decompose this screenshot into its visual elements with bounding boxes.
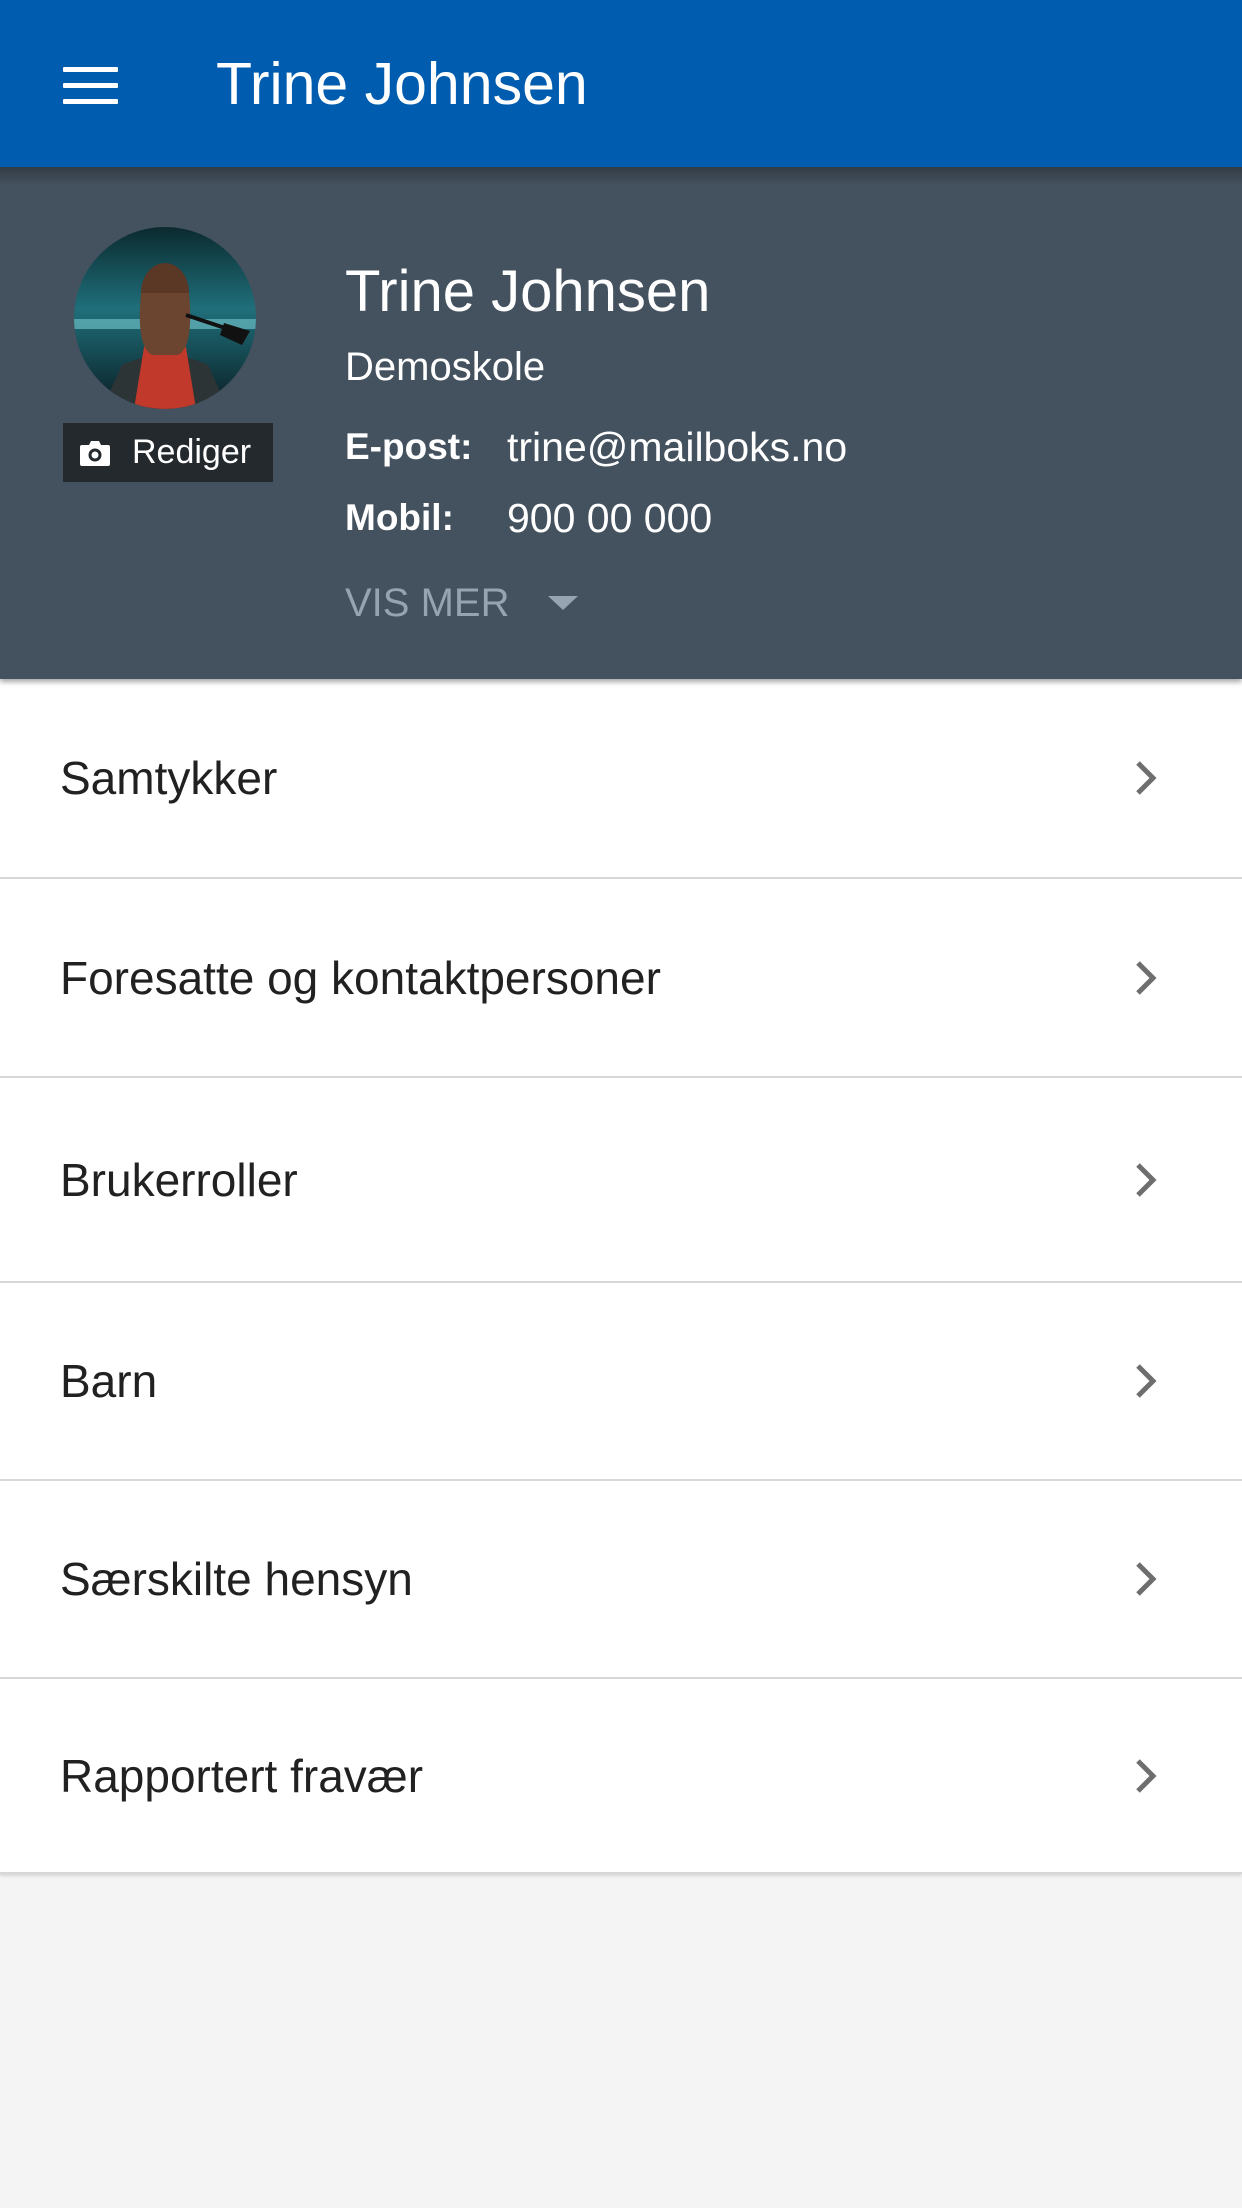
hamburger-menu-icon[interactable] bbox=[48, 48, 132, 122]
mobile-value[interactable]: 900 00 000 bbox=[507, 494, 712, 542]
page-title: Trine Johnsen bbox=[216, 51, 588, 117]
menu-line bbox=[63, 67, 118, 72]
menu-item-label: Barn bbox=[60, 1355, 158, 1407]
divider bbox=[0, 1872, 1242, 1874]
menu-item-label: Brukerroller bbox=[60, 1153, 298, 1206]
profile-name: Trine Johnsen bbox=[345, 259, 711, 324]
profile-menu-list: Samtykker Foresatte og kontaktpersoner B… bbox=[0, 679, 1242, 1874]
menu-item-foresatte[interactable]: Foresatte og kontaktpersoner bbox=[0, 879, 1242, 1076]
menu-item-saerskilte-hensyn[interactable]: Særskilte hensyn bbox=[0, 1481, 1242, 1677]
menu-item-rapportert-fravaer[interactable]: Rapportert fravær bbox=[0, 1679, 1242, 1872]
mobile-label: Mobil: bbox=[345, 497, 454, 538]
edit-photo-label: Rediger bbox=[132, 433, 252, 471]
menu-item-brukerroller[interactable]: Brukerroller bbox=[0, 1078, 1242, 1281]
show-more-label: VIS MER bbox=[345, 581, 510, 625]
profile-school: Demoskole bbox=[345, 345, 546, 389]
menu-item-label: Særskilte hensyn bbox=[60, 1553, 413, 1605]
edit-photo-button[interactable]: Rediger bbox=[63, 423, 273, 482]
profile-card: Rediger Trine Johnsen Demoskole E-post: … bbox=[0, 167, 1242, 679]
menu-item-samtykker[interactable]: Samtykker bbox=[0, 679, 1242, 877]
chevron-right-icon bbox=[1136, 1758, 1157, 1793]
email-value[interactable]: trine@mailboks.no bbox=[507, 423, 847, 471]
app-bar: Trine Johnsen bbox=[0, 0, 1242, 167]
chevron-right-icon bbox=[1136, 960, 1157, 995]
chevron-right-icon bbox=[1136, 761, 1157, 795]
caret-down-icon bbox=[548, 596, 578, 610]
menu-line bbox=[63, 99, 118, 104]
chevron-right-icon bbox=[1136, 1562, 1157, 1596]
menu-item-label: Foresatte og kontaktpersoner bbox=[60, 951, 661, 1004]
app-bar-shadow bbox=[0, 167, 1242, 185]
chevron-right-icon bbox=[1136, 1364, 1157, 1398]
menu-item-label: Samtykker bbox=[60, 752, 278, 804]
menu-item-label: Rapportert fravær bbox=[60, 1749, 424, 1802]
email-label: E-post: bbox=[345, 426, 473, 467]
avatar bbox=[74, 227, 256, 409]
camera-icon bbox=[80, 441, 110, 466]
chevron-right-icon bbox=[1136, 1162, 1157, 1197]
menu-line bbox=[63, 83, 118, 88]
menu-item-barn[interactable]: Barn bbox=[0, 1283, 1242, 1479]
avatar-photo bbox=[74, 227, 256, 409]
